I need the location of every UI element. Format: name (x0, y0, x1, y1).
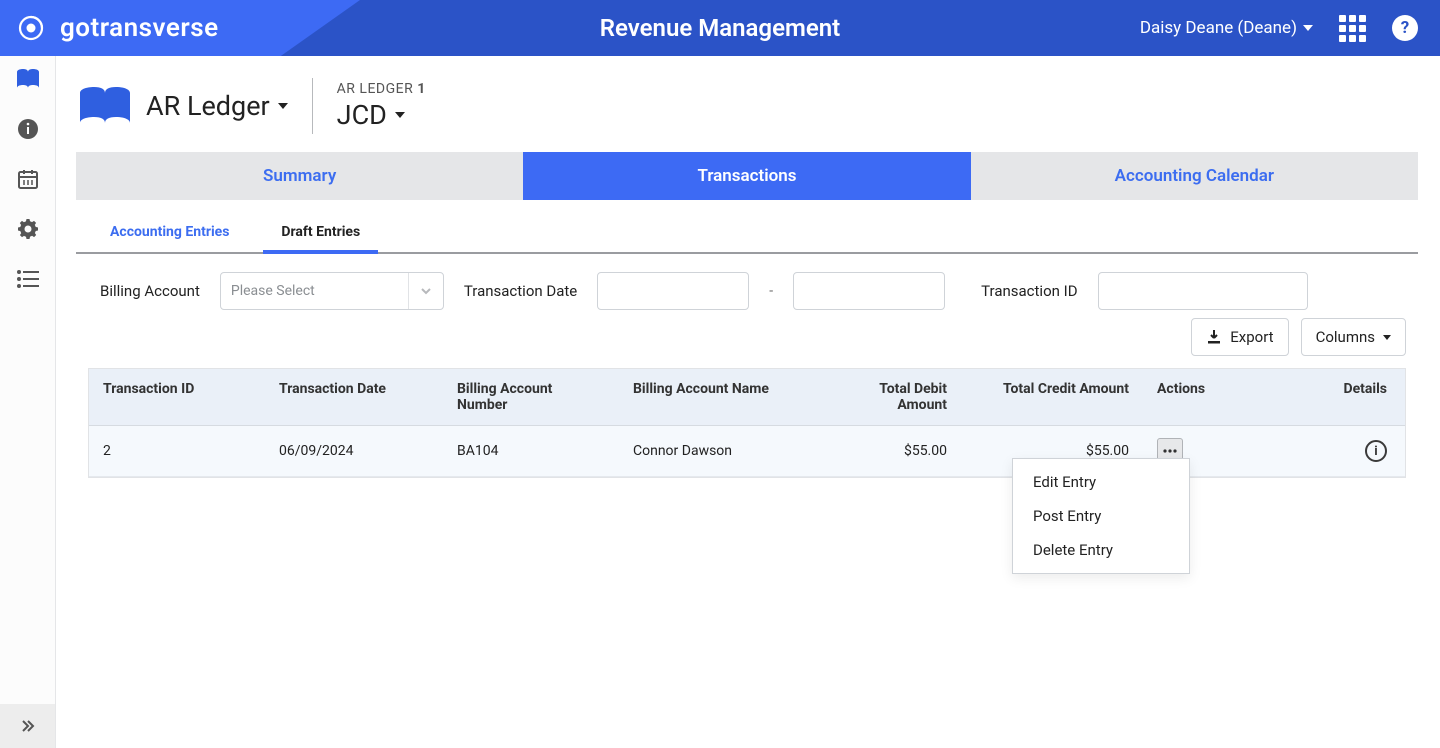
col-billing-account-number[interactable]: Billing Account Number (443, 369, 619, 425)
cell-billing-account-name: Connor Dawson (619, 431, 815, 471)
transaction-date-label: Transaction Date (464, 282, 577, 300)
brand-logo[interactable]: gotransverse (16, 13, 219, 43)
cell-transaction-date: 06/09/2024 (265, 431, 443, 471)
tab-transactions[interactable]: Transactions (523, 152, 970, 200)
col-transaction-date[interactable]: Transaction Date (265, 369, 443, 425)
col-transaction-id[interactable]: Transaction ID (89, 369, 265, 425)
billing-account-label: Billing Account (100, 282, 200, 300)
transaction-date-to[interactable] (793, 272, 945, 310)
row-details-button[interactable]: i (1365, 440, 1387, 462)
filters-row: Billing Account Please Select Transactio… (76, 254, 1418, 310)
brand-name: gotransverse (60, 13, 219, 43)
col-total-credit[interactable]: Total Credit Amount (961, 369, 1143, 425)
sub-tabs: Accounting Entries Draft Entries (76, 200, 1418, 254)
left-nav-rail (0, 56, 56, 748)
caret-down-icon (1303, 25, 1313, 31)
entries-table: Transaction ID Transaction Date Billing … (88, 368, 1406, 478)
section-name: AR Ledger (146, 90, 270, 122)
table-row: 2 06/09/2024 BA104 Connor Dawson $55.00 … (89, 426, 1405, 477)
nav-expand-icon[interactable] (0, 704, 55, 748)
page-header: AR Ledger AR LEDGER 1 JCD (76, 56, 1418, 146)
ledger-name: JCD (337, 99, 387, 131)
tab-accounting-calendar[interactable]: Accounting Calendar (971, 152, 1418, 200)
col-billing-account-name[interactable]: Billing Account Name (619, 369, 815, 425)
header-divider (312, 78, 313, 134)
action-edit-entry[interactable]: Edit Entry (1013, 465, 1189, 499)
export-label: Export (1230, 328, 1273, 346)
help-icon[interactable]: ? (1392, 15, 1418, 41)
transaction-date-from[interactable] (597, 272, 749, 310)
section-selector[interactable]: AR Ledger (146, 90, 288, 122)
primary-tabs: Summary Transactions Accounting Calendar (76, 152, 1418, 200)
date-range-separator: - (769, 283, 773, 299)
chevron-down-icon (408, 273, 433, 309)
brand-mark-icon (16, 13, 46, 43)
table-header: Transaction ID Transaction Date Billing … (89, 369, 1405, 426)
caret-down-icon (1383, 335, 1391, 340)
columns-button[interactable]: Columns (1301, 318, 1406, 356)
caret-down-icon (395, 112, 405, 118)
columns-label: Columns (1316, 328, 1375, 346)
cell-billing-account-number: BA104 (443, 431, 619, 471)
user-menu[interactable]: Daisy Deane (Deane) (1140, 18, 1313, 38)
transaction-id-input[interactable] (1098, 272, 1308, 310)
ledger-selector[interactable]: JCD (337, 99, 426, 131)
download-icon (1206, 329, 1222, 345)
billing-account-placeholder: Please Select (231, 283, 315, 299)
cell-transaction-id: 2 (89, 431, 265, 471)
action-delete-entry[interactable]: Delete Entry (1013, 533, 1189, 567)
apps-icon[interactable] (1339, 15, 1366, 42)
top-bar: gotransverse Revenue Management Daisy De… (0, 0, 1440, 56)
tab-summary[interactable]: Summary (76, 152, 523, 200)
col-actions: Actions (1143, 369, 1303, 425)
grid-toolbar: Export Columns (76, 310, 1418, 364)
nav-settings-icon[interactable] (15, 216, 41, 242)
book-icon (76, 85, 134, 127)
nav-calendar-icon[interactable] (15, 166, 41, 192)
nav-ledger-icon[interactable] (15, 66, 41, 92)
col-details: Details (1303, 369, 1405, 425)
row-actions-menu: Edit Entry Post Entry Delete Entry (1012, 458, 1190, 574)
billing-account-select[interactable]: Please Select (220, 272, 444, 310)
caret-down-icon (278, 103, 288, 109)
transaction-id-label: Transaction ID (981, 282, 1077, 300)
cell-total-debit: $55.00 (815, 431, 961, 471)
ledger-sub-label: AR LEDGER 1 (337, 81, 426, 97)
user-name: Daisy Deane (Deane) (1140, 18, 1297, 38)
app-title: Revenue Management (600, 14, 840, 42)
subtab-accounting-entries[interactable]: Accounting Entries (92, 224, 247, 254)
nav-info-icon[interactable] (15, 116, 41, 142)
page-content: AR Ledger AR LEDGER 1 JCD Summary Transa… (56, 56, 1440, 748)
subtab-draft-entries[interactable]: Draft Entries (263, 224, 378, 254)
nav-list-icon[interactable] (15, 266, 41, 292)
col-total-debit[interactable]: Total Debit Amount (815, 369, 961, 425)
action-post-entry[interactable]: Post Entry (1013, 499, 1189, 533)
export-button[interactable]: Export (1191, 318, 1288, 356)
